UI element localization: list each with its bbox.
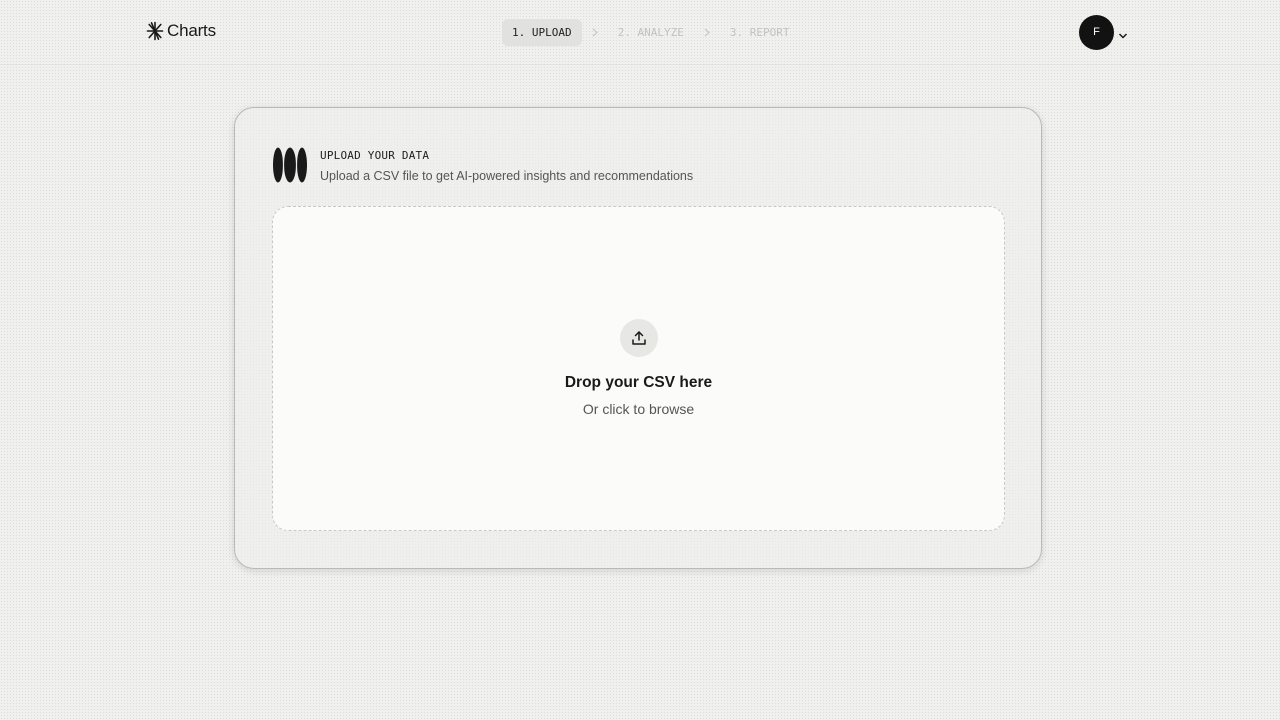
card-title: UPLOAD YOUR DATA: [320, 149, 430, 162]
app-name: Charts: [167, 21, 216, 40]
upload-icon: [620, 319, 658, 357]
card-subtitle: Upload a CSV file to get AI-powered insi…: [320, 169, 694, 183]
stacked-ovals-icon: [272, 146, 308, 189]
dropzone-title: Drop your CSV here: [564, 374, 713, 391]
chevron-down-icon[interactable]: [1118, 27, 1128, 45]
chevron-right-icon: [582, 28, 608, 37]
step-analyze: 2. ANALYZE: [617, 26, 684, 39]
top-navigation-bar: Charts 1. UPLOAD 2. ANALYZE 3. REPORT F: [0, 0, 1280, 65]
upload-card: UPLOAD YOUR DATA Upload a CSV file to ge…: [234, 107, 1042, 569]
user-avatar[interactable]: F: [1079, 15, 1114, 50]
asterisk-logo-icon: [146, 21, 164, 41]
step-report: 3. REPORT: [729, 26, 790, 39]
csv-dropzone[interactable]: Drop your CSV here Or click to browse: [272, 206, 1005, 531]
dropzone-subtitle: Or click to browse: [582, 401, 695, 417]
chevron-right-icon: [694, 28, 720, 37]
app-logo[interactable]: Charts: [146, 21, 216, 41]
step-progress: 1. UPLOAD 2. ANALYZE 3. REPORT: [502, 19, 799, 46]
step-upload[interactable]: 1. UPLOAD: [502, 19, 582, 46]
